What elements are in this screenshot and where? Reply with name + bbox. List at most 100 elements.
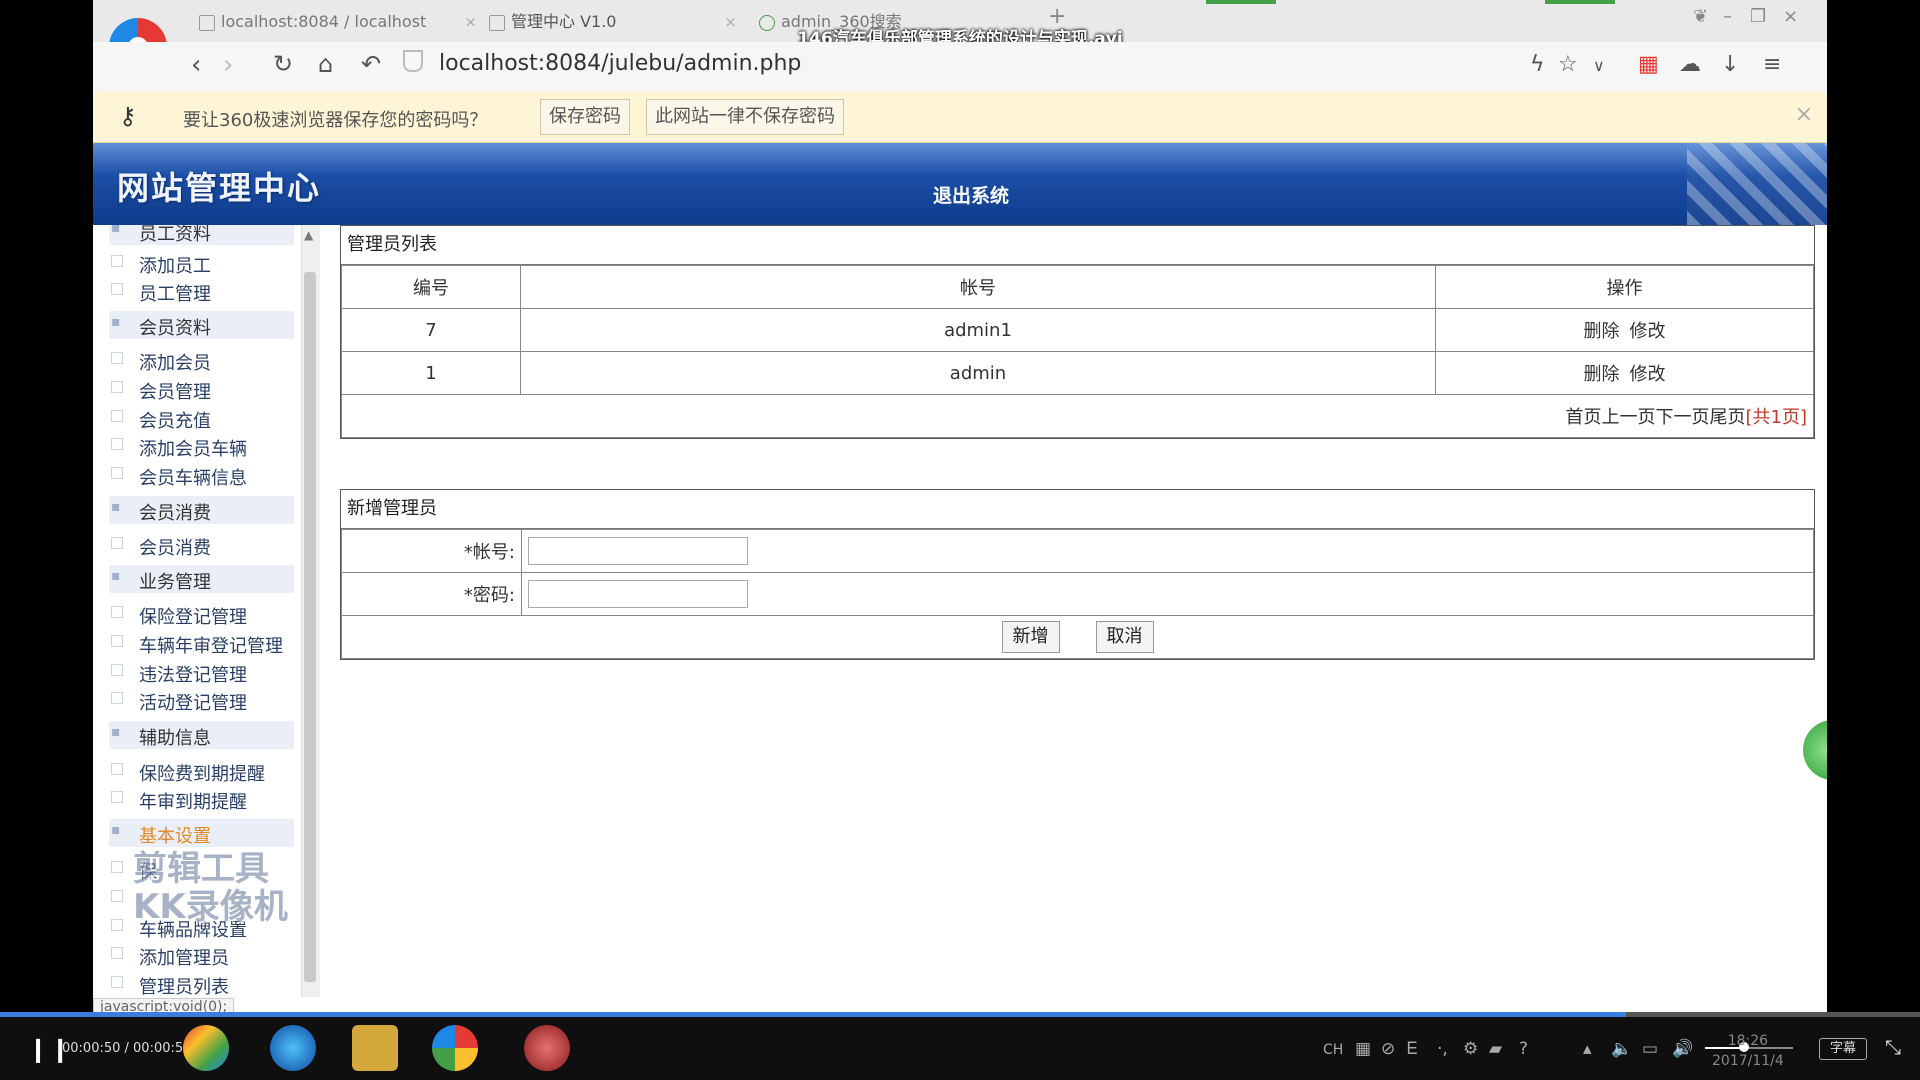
form-row-buttons: 新增 取消 [341, 615, 1814, 659]
bullet-icon [111, 352, 123, 364]
download-icon[interactable]: ↓ [1721, 52, 1739, 77]
form-row-account: *帐号: [341, 529, 1814, 573]
fullscreen-exit-icon[interactable]: ⤡ [1885, 1035, 1901, 1059]
menu-icon[interactable]: ≡ [1763, 52, 1781, 77]
sidebar-section-business[interactable]: ▪ 业务管理 [109, 565, 294, 593]
bullet-icon [111, 791, 123, 803]
table-row: 1 admin 删除 修改 [341, 351, 1814, 395]
sidebar-section-consumption[interactable]: ▪ 会员消费 [109, 496, 294, 524]
cancel-button[interactable]: 取消 [1095, 621, 1154, 653]
cell-account: admin [520, 351, 1436, 395]
save-password-button[interactable]: 保存密码 [540, 99, 630, 135]
cell-actions: 删除 修改 [1435, 351, 1814, 395]
forward-icon[interactable]: › [223, 50, 233, 80]
system-clock: 18:26 2017/11/4 [1712, 1033, 1784, 1069]
pager: 首页上一页下一页尾页[共1页] [341, 394, 1814, 438]
recorder-watermark: 剪辑工具 KK录像机 [133, 849, 288, 927]
apps-icon[interactable]: ▦ [1638, 52, 1659, 77]
chevron-down-icon[interactable]: ∨ [1593, 56, 1605, 75]
floating-speed-ball[interactable] [1803, 720, 1827, 780]
admin-list-title: 管理员列表 [341, 226, 1814, 265]
help-icon[interactable]: ? [1519, 1039, 1528, 1059]
tray-english-icon[interactable]: Ꭼ [1407, 1039, 1418, 1059]
cloud-icon[interactable]: ☁ [1679, 52, 1701, 77]
bullet-icon: ▪ [111, 724, 121, 740]
tray-network-icon[interactable]: ▰ [1489, 1039, 1502, 1059]
tray-block-icon[interactable]: ⊘ [1381, 1039, 1395, 1059]
tray-settings-icon[interactable]: ⚙ [1463, 1039, 1478, 1059]
video-marker [1545, 0, 1615, 4]
password-input[interactable] [528, 580, 748, 608]
lightning-icon[interactable]: ϟ [1530, 52, 1545, 77]
back-icon[interactable]: ‹ [191, 50, 201, 80]
playback-time: 00:00:50 / 00:00:59 [62, 1041, 192, 1056]
pager-links[interactable]: 首页上一页下一页尾页 [1566, 407, 1746, 428]
volume-icon[interactable]: 🔊 [1672, 1039, 1693, 1059]
never-save-password-button[interactable]: 此网站一律不保存密码 [646, 99, 844, 135]
video-marker [1206, 0, 1276, 4]
bullet-icon [111, 763, 123, 775]
bullet-icon [111, 919, 123, 931]
windows-start-icon[interactable] [183, 1025, 229, 1071]
column-header-actions: 操作 [1435, 265, 1814, 309]
add-button[interactable]: 新增 [1001, 621, 1060, 653]
cell-id: 7 [341, 308, 521, 352]
tray-up-arrow-icon[interactable]: ▴ [1583, 1039, 1592, 1059]
sidebar-section-basic-settings[interactable]: ▪ 基本设置 [109, 819, 294, 847]
delete-link[interactable]: 删除 [1584, 321, 1620, 342]
column-header-id: 编号 [341, 265, 521, 309]
scroll-up-icon[interactable]: ▲ [304, 228, 313, 242]
form-row-password: *密码: [341, 572, 1814, 616]
sidebar-scroll-thumb[interactable] [304, 272, 316, 982]
logout-link[interactable]: 退出系统 [933, 181, 1009, 208]
sidebar-section-staff[interactable]: ▪ 员工资料 [109, 225, 294, 245]
recorder-app-icon[interactable] [524, 1025, 570, 1071]
bullet-icon: ▪ [111, 499, 121, 515]
site-title: 网站管理中心 [117, 169, 322, 207]
tray-keyboard-icon[interactable]: ▦ [1355, 1039, 1371, 1059]
key-icon: ⚷ [119, 102, 137, 130]
undo-icon[interactable]: ↶ [361, 50, 381, 78]
360-browser-taskbar-icon[interactable] [432, 1025, 478, 1071]
subtitle-button[interactable]: 字幕 [1819, 1038, 1867, 1060]
bullet-icon [111, 976, 123, 988]
bullet-icon [111, 410, 123, 422]
reload-icon[interactable]: ↻ [273, 50, 293, 78]
tray-punctuation-icon[interactable]: ·, [1437, 1039, 1448, 1059]
edit-link[interactable]: 修改 [1630, 321, 1666, 342]
password-save-bar: ⚷ 要让360极速浏览器保存您的密码吗？ 保存密码 此网站一律不保存密码 × [93, 92, 1827, 143]
speaker-muted-icon[interactable]: 🔈 [1611, 1039, 1632, 1059]
add-admin-form: *帐号: *密码: 新增 取消 [341, 529, 1814, 659]
file-explorer-icon[interactable] [352, 1025, 398, 1071]
delete-link[interactable]: 删除 [1584, 364, 1620, 385]
bullet-icon [111, 635, 123, 647]
edit-link[interactable]: 修改 [1630, 364, 1666, 385]
bullet-icon [111, 947, 123, 959]
column-header-account: 帐号 [520, 265, 1436, 309]
tray-display-icon[interactable]: ▭ [1642, 1039, 1658, 1059]
home-icon[interactable]: ⌂ [318, 50, 333, 78]
ie-browser-icon[interactable] [270, 1025, 316, 1071]
player-control-bar: ❙❙ 00:00:50 / 00:00:59 CH ▦ ⊘ Ꭼ ·, ⚙ ▰ ?… [0, 1017, 1920, 1080]
input-method-indicator[interactable]: CH [1323, 1042, 1343, 1058]
password-prompt: 要让360极速浏览器保存您的密码吗？ [183, 110, 488, 131]
add-admin-title: 新增管理员 [341, 490, 1814, 529]
header-decoration [1687, 143, 1827, 225]
account-input-cell [521, 529, 1814, 573]
page-count: [共1页] [1745, 407, 1808, 428]
admin-list-panel: 管理员列表 编号 帐号 操作 7 admin1 删除 修改 1 admin 删除修… [340, 225, 1815, 439]
status-bar-url: javascript:void(0); [93, 998, 235, 1012]
bullet-icon [111, 381, 123, 393]
address-bar[interactable]: localhost:8084/julebu/admin.php [403, 50, 801, 76]
sidebar-section-auxiliary[interactable]: ▪ 辅助信息 [109, 721, 294, 749]
account-input[interactable] [528, 537, 748, 565]
sidebar-section-members[interactable]: ▪ 会员资料 [109, 311, 294, 339]
bullet-icon [111, 283, 123, 295]
bullet-icon [111, 890, 123, 902]
cell-id: 1 [341, 351, 521, 395]
form-buttons-cell: 新增 取消 [341, 615, 1814, 659]
close-icon[interactable]: × [1795, 102, 1813, 127]
star-icon[interactable]: ☆ [1558, 52, 1578, 77]
site-header: 网站管理中心 退出系统 [93, 143, 1827, 225]
bullet-icon: ▪ [111, 225, 121, 236]
